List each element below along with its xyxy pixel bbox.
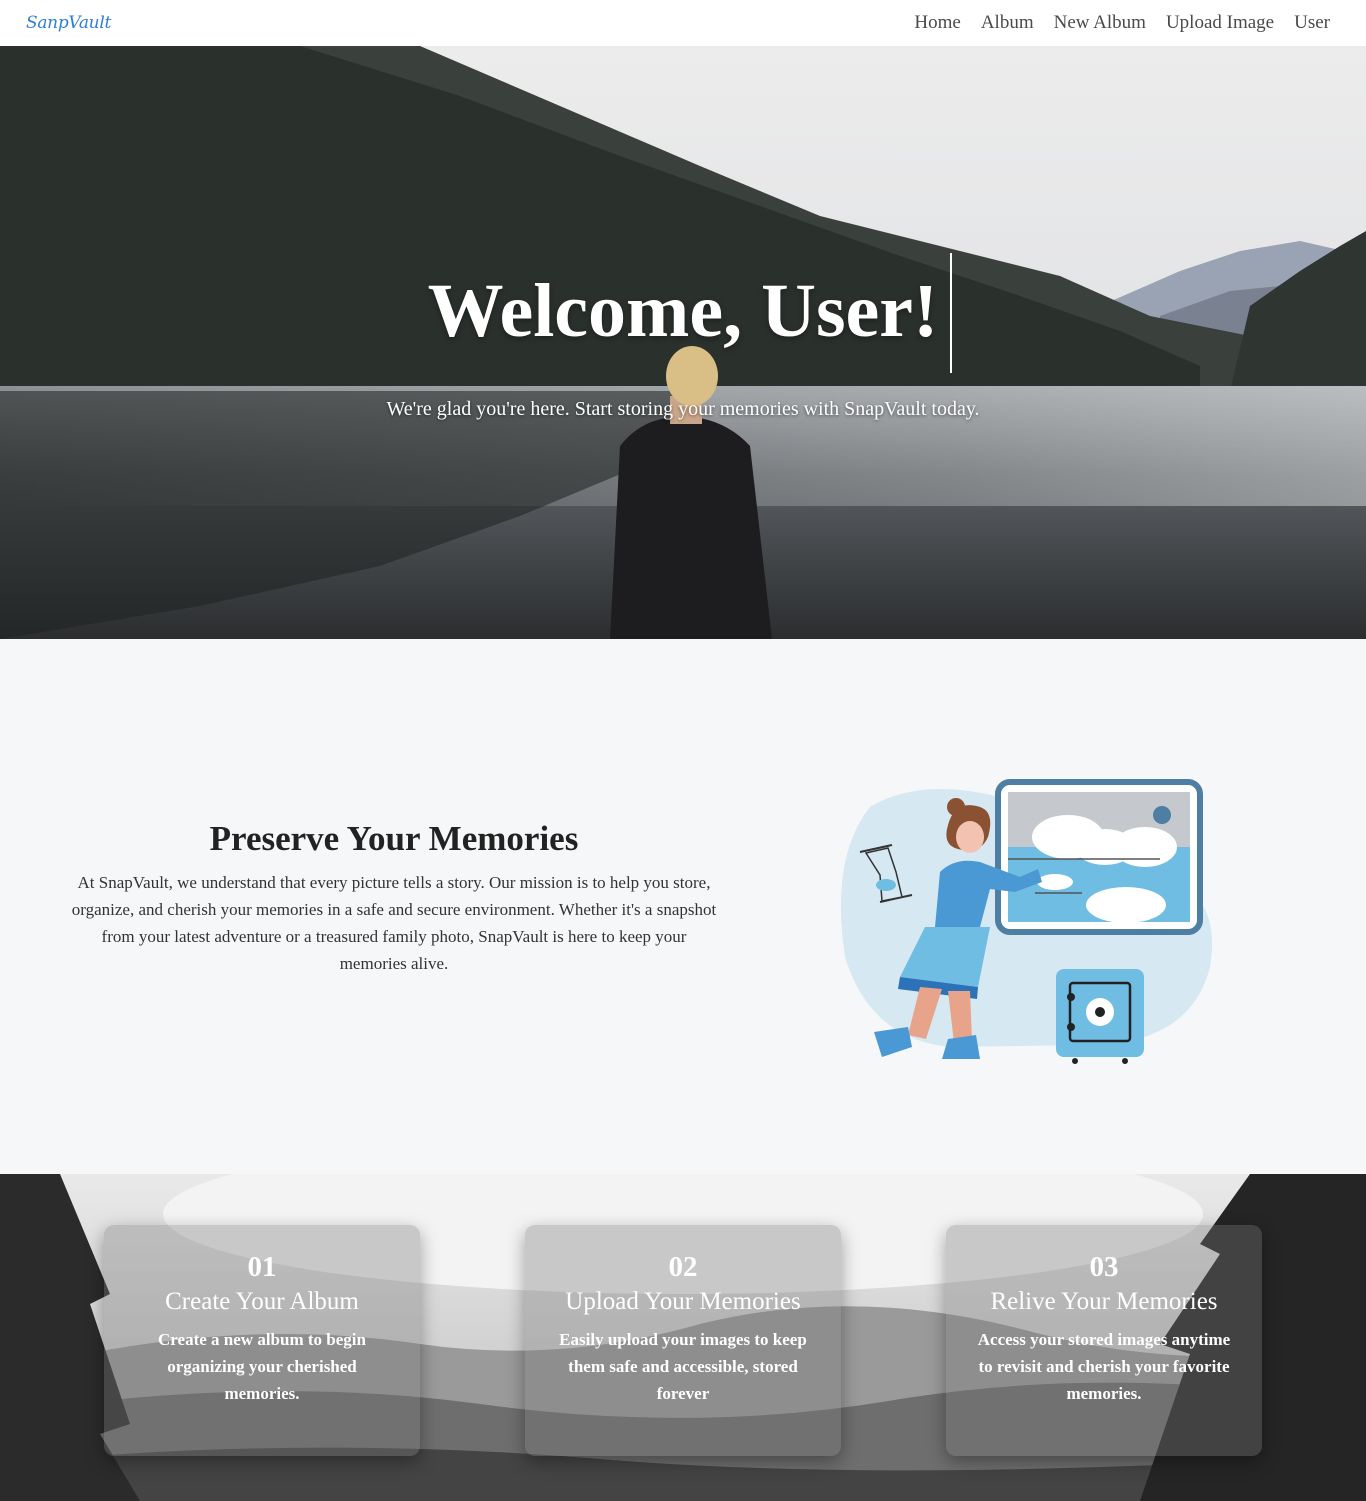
hero-subtitle: We're glad you're here. Start storing yo… [386, 398, 980, 420]
step-number: 03 [1089, 1251, 1119, 1283]
step-number: 02 [668, 1251, 698, 1283]
about-section: Preserve Your Memories At SnapVault, we … [0, 639, 1366, 1174]
step-title: Relive Your Memories [990, 1288, 1218, 1315]
woman-with-photo-frame-and-safe-illustration [840, 779, 1213, 1064]
nav-link-new-album[interactable]: New Album [1054, 12, 1146, 34]
nav-link-album[interactable]: Album [981, 12, 1034, 34]
typing-cursor [950, 253, 952, 373]
step-number: 01 [247, 1251, 277, 1283]
hero-title: Welcome, User! [427, 269, 939, 353]
about-text: At SnapVault, we understand that every p… [71, 873, 717, 973]
nav-link-user[interactable]: User [1294, 12, 1330, 34]
about-title: Preserve Your Memories [209, 819, 579, 858]
step-text: Access your stored images anytime to rev… [977, 1330, 1231, 1403]
step-card-3: 03 Relive Your Memories Access your stor… [946, 1225, 1262, 1456]
navbar: SanpVault Home Album New Album Upload Im… [0, 0, 1366, 46]
nav-link-home[interactable]: Home [914, 12, 960, 34]
step-card-1: 01 Create Your Album Create a new album … [104, 1225, 420, 1456]
steps-section: 01 Create Your Album Create a new album … [0, 1174, 1366, 1501]
step-text: Easily upload your images to keep them s… [559, 1330, 807, 1403]
nav-links: Home Album New Album Upload Image User [914, 12, 1330, 34]
step-title: Upload Your Memories [565, 1288, 801, 1315]
nav-link-upload-image[interactable]: Upload Image [1166, 12, 1274, 34]
step-text: Create a new album to begin organizing y… [158, 1330, 366, 1403]
step-title: Create Your Album [165, 1288, 359, 1315]
brand-logo[interactable]: SanpVault [26, 13, 111, 33]
hero-section: Welcome, User! We're glad you're here. S… [0, 46, 1366, 639]
step-card-2: 02 Upload Your Memories Easily upload yo… [525, 1225, 841, 1456]
